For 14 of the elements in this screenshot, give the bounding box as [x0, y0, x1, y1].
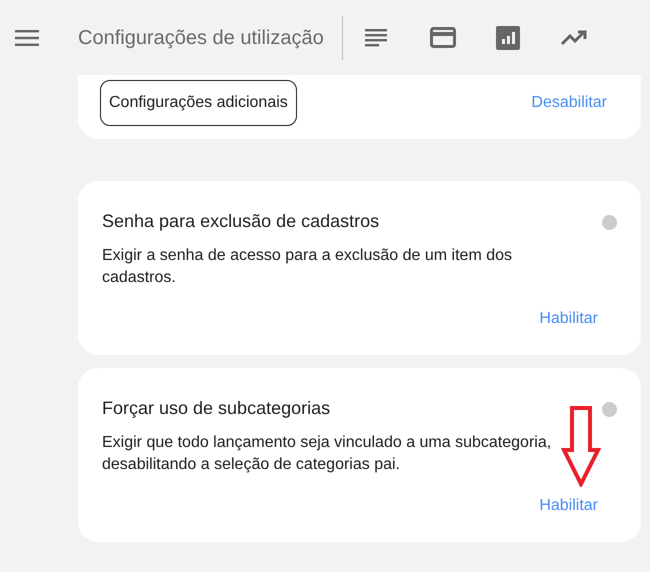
- setting-title: Forçar uso de subcategorias: [102, 397, 332, 420]
- enable-link[interactable]: Habilitar: [539, 494, 598, 518]
- additional-settings-button[interactable]: Configurações adicionais: [100, 80, 297, 126]
- bar-chart-icon[interactable]: [496, 26, 520, 50]
- enable-link[interactable]: Habilitar: [539, 307, 598, 331]
- setting-description: Exigir a senha de acesso para a exclusão de um item dos cadastros.: [102, 246, 514, 288]
- text-lines-icon[interactable]: [364, 28, 387, 48]
- trending-up-icon[interactable]: [560, 30, 587, 46]
- setting-description: Exigir que todo lançamento seja vinculado a uma subcategoria, desabilitando a seleção de categorias pai.: [102, 433, 552, 475]
- page-title: Configurações de utilização: [78, 26, 324, 50]
- setting-title: Senha para exclusão de cadastros: [102, 210, 380, 233]
- menu-icon[interactable]: [15, 28, 39, 46]
- disable-link[interactable]: Desabilitar: [531, 91, 607, 115]
- card-icon[interactable]: [430, 27, 456, 48]
